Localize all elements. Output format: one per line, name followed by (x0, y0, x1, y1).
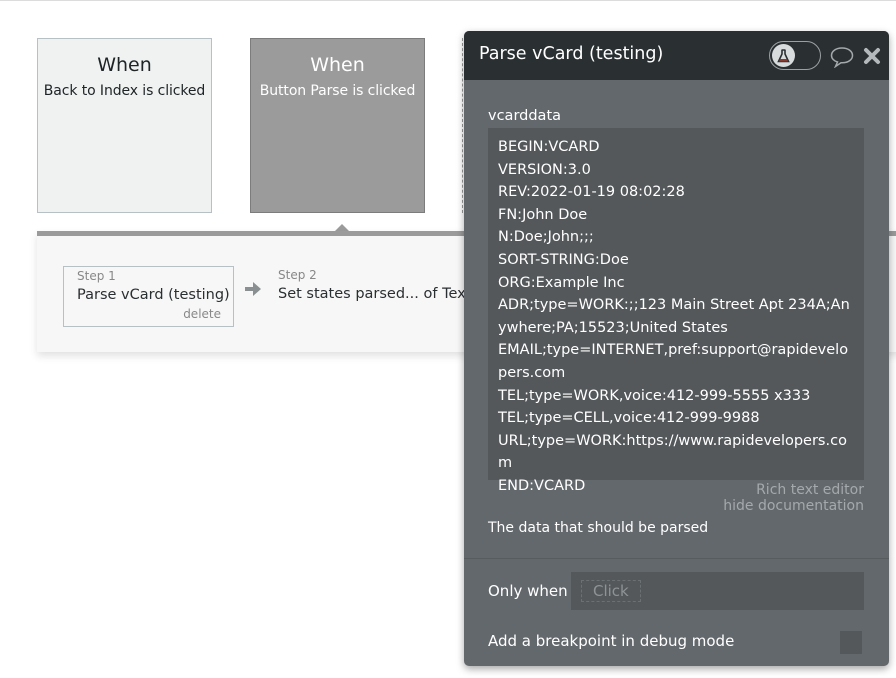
toggle-knob (772, 44, 795, 67)
only-when-placeholder[interactable]: Click (581, 580, 641, 602)
panel-title: Parse vCard (testing) (479, 44, 664, 64)
step-label: Step 1 (77, 269, 116, 283)
vcarddata-input[interactable]: BEGIN:VCARD VERSION:3.0 REV:2022-01-19 0… (488, 128, 864, 494)
panel-divider (464, 558, 889, 559)
only-when-input[interactable]: Click (571, 572, 864, 610)
event-name: Back to Index is clicked (43, 83, 206, 99)
hide-documentation-link[interactable]: hide documentation (723, 498, 864, 514)
breakpoint-checkbox[interactable] (840, 631, 862, 654)
breakpoint-label: Add a breakpoint in debug mode (488, 632, 735, 650)
step-1-card[interactable]: Step 1 Parse vCard (testing) delete (63, 266, 234, 327)
step-title: Set states parsed... of Text (278, 286, 472, 302)
event-card-button-parse[interactable]: When Button Parse is clicked (250, 38, 425, 213)
event-when-label: When (310, 54, 365, 76)
rich-text-editor-link[interactable]: Rich text editor (756, 482, 864, 498)
action-properties-panel: Parse vCard (testing) vcarddata BEGIN:VC… (464, 31, 889, 666)
step-2-card[interactable]: Step 2 Set states parsed... of Text (278, 266, 471, 302)
field-documentation: The data that should be parsed (488, 520, 709, 536)
test-mode-toggle[interactable] (769, 41, 821, 70)
delete-step-link[interactable]: delete (183, 307, 221, 321)
comment-icon[interactable] (830, 46, 854, 68)
event-card-back-to-index[interactable]: When Back to Index is clicked (37, 38, 212, 213)
vcarddata-label: vcarddata (488, 108, 562, 124)
close-icon[interactable] (863, 47, 881, 65)
flask-icon (777, 48, 790, 62)
only-when-label: Only when (488, 582, 568, 600)
panel-header: Parse vCard (testing) (464, 31, 889, 80)
step-label: Step 2 (278, 268, 317, 282)
event-name: Button Parse is clicked (259, 83, 416, 99)
top-divider (0, 0, 896, 1)
arrow-right-icon (245, 282, 261, 296)
event-when-label: When (97, 54, 152, 76)
step-title: Parse vCard (testing) (77, 287, 230, 303)
